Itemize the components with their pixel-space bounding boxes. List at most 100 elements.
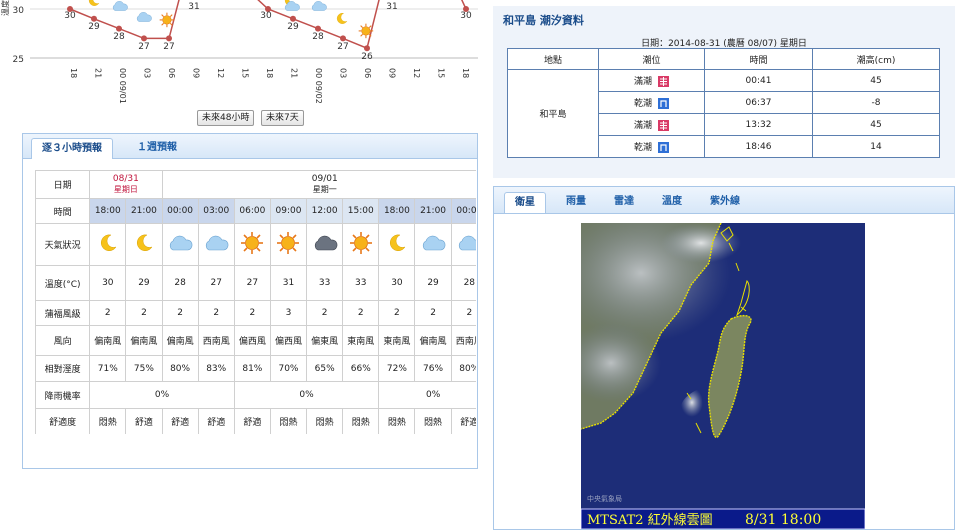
wind-direction-cell: 偏西風 (233, 325, 271, 356)
temperature-chart-svg: 溫度 30 25 30 29 28 27 27 31 30 29 28 27 26 31 30 18 21… (0, 0, 478, 104)
wind-level-cell: 2 (161, 300, 199, 326)
time-cell: 18:00 (378, 198, 416, 224)
tide-height: 14 (812, 135, 940, 158)
comfort-cell: 悶熱 (342, 408, 380, 434)
weekday-0901: 星期一 (312, 185, 337, 194)
temperature-point[interactable] (315, 25, 321, 32)
wind-level-cell: 2 (125, 300, 163, 326)
temperature-point[interactable] (116, 25, 122, 32)
x-tick-label: 15 (241, 68, 250, 78)
next-48-hours-button[interactable]: 未來48小時 (197, 110, 255, 126)
time-cell: 06:00 (233, 198, 271, 224)
forecast-table-viewport[interactable]: 日期 08/31 星期日 09/01 星期一 時間 18:00 21:00 00:0… (23, 134, 476, 434)
row-label-humidity: 相對溼度 (34, 355, 91, 382)
rain-row: 降雨機率 0% 0% 0% (34, 381, 476, 409)
humidity-cell: 80% (161, 355, 199, 382)
sun-icon (349, 232, 372, 254)
x-tick-label: 00 09/02 (314, 68, 323, 104)
moon-icon (136, 234, 153, 251)
x-tick-label: 06 (363, 68, 372, 78)
tide-height: 45 (812, 69, 940, 92)
temperature-point-label: 30 (64, 11, 76, 21)
temperature-point-label: 28 (113, 32, 125, 42)
sun-icon (358, 23, 374, 39)
weather-row: 天氣狀況 (34, 223, 476, 266)
time-cell: 03:00 (197, 198, 235, 224)
tab-temperature[interactable]: 溫度 (652, 192, 692, 212)
chart-x-ticks: 18 21 00 09/01 03 06 09 12 15 18 21 00 09/02 03 06 09… (69, 68, 470, 104)
high-tide-icon (658, 120, 669, 131)
sun-icon (277, 232, 300, 254)
tab-rainfall[interactable]: 雨量 (556, 192, 596, 212)
date-cell-0831: 08/31 星期日 (89, 170, 163, 199)
humidity-cell: 83% (197, 355, 235, 382)
temperature-point[interactable] (364, 45, 370, 52)
temperature-point-label: 29 (88, 22, 100, 32)
weather-cell (378, 223, 416, 266)
tide-level-cell: 滿潮 (598, 69, 705, 92)
weather-cell (233, 223, 271, 266)
weather-cell (342, 223, 380, 266)
wind-direction-cell: 偏南風 (125, 325, 163, 356)
comfort-cell: 舒適 (233, 408, 271, 434)
temperature-point[interactable] (141, 35, 147, 42)
date-cell-0901: 09/01 星期一 (161, 170, 476, 199)
tide-level-cell: 乾潮 (598, 135, 705, 158)
temperature-point[interactable] (290, 15, 296, 22)
x-tick-label: 18 (69, 68, 78, 78)
tab-uv[interactable]: 紫外線 (700, 192, 750, 212)
temperature-cell: 28 (161, 265, 199, 301)
weather-cell (450, 223, 476, 266)
weather-cell (414, 223, 452, 266)
tide-level-cell: 滿潮 (598, 113, 705, 136)
next-7-days-button[interactable]: 未來7天 (261, 110, 304, 126)
y-axis-title: 溫度 (0, 0, 10, 16)
x-tick-label: 18 (461, 68, 470, 78)
time-cell: 00:00 (450, 198, 476, 224)
wind-direction-cell: 西南風 (197, 325, 235, 356)
wind-direction-cell: 東南風 (378, 325, 416, 356)
time-cell: 15:00 (342, 198, 380, 224)
tab-satellite[interactable]: 衛星 (504, 192, 546, 213)
humidity-cell: 72% (378, 355, 416, 382)
humidity-cell: 81% (233, 355, 271, 382)
temperature-chart: 溫度 30 25 30 29 28 27 27 31 30 29 28 27 26 31 30 18 21… (0, 0, 480, 128)
row-label-wind-level: 蒲福風級 (34, 300, 91, 326)
wind-direction-cell: 偏東風 (306, 325, 344, 356)
comfort-cell: 舒適 (450, 408, 476, 434)
time-cell: 09:00 (269, 198, 308, 224)
cloud-icon (112, 1, 128, 11)
temperature-point[interactable] (91, 15, 97, 22)
tab-radar[interactable]: 雷達 (604, 192, 644, 212)
cloud-icon (459, 235, 476, 251)
satellite-image[interactable]: 中央氣象局 MTSAT2 紅外線雲圖 8/31 18:00 (581, 223, 865, 529)
tide-time: 00:41 (704, 69, 813, 92)
row-label-rain: 降雨機率 (34, 381, 91, 409)
tide-header-row: 地點 潮位 時間 潮高(cm) (507, 48, 940, 70)
weather-cell (161, 223, 199, 266)
wind-direction-cell: 偏南風 (161, 325, 199, 356)
row-label-date: 日期 (34, 170, 91, 199)
temperature-point[interactable] (340, 35, 346, 42)
humidity-cell: 70% (269, 355, 308, 382)
temperature-cell: 30 (89, 265, 127, 301)
comfort-cell: 舒適 (125, 408, 163, 434)
temperature-cell: 29 (125, 265, 163, 301)
x-tick-label: 06 (167, 68, 176, 78)
wind-direction-cell: 東南風 (342, 325, 380, 356)
weekday-0831: 星期日 (113, 185, 138, 194)
date-0831: 08/31 (112, 174, 139, 184)
forecast-table: 日期 08/31 星期日 09/01 星期一 時間 18:00 21:00 00:0… (34, 170, 476, 434)
wind-level-cell: 2 (306, 300, 344, 326)
sun-icon (241, 232, 264, 254)
humidity-cell: 75% (125, 355, 163, 382)
wind-level-cell: 2 (450, 300, 476, 326)
temperature-point-label: 28 (312, 32, 324, 42)
temperature-cell: 33 (342, 265, 380, 301)
chart-point-labels: 30 29 28 27 27 31 30 29 28 27 26 31 30 (64, 2, 472, 62)
cloud-icon (206, 235, 229, 251)
temperature-point[interactable] (166, 35, 172, 42)
tide-level: 滿潮 (633, 77, 652, 87)
forecast-panel: 逐３小時預報 １週預報 日期 08/31 星期日 09/01 星期一 時間 18… (22, 133, 478, 469)
comfort-cell: 悶熱 (269, 408, 308, 434)
